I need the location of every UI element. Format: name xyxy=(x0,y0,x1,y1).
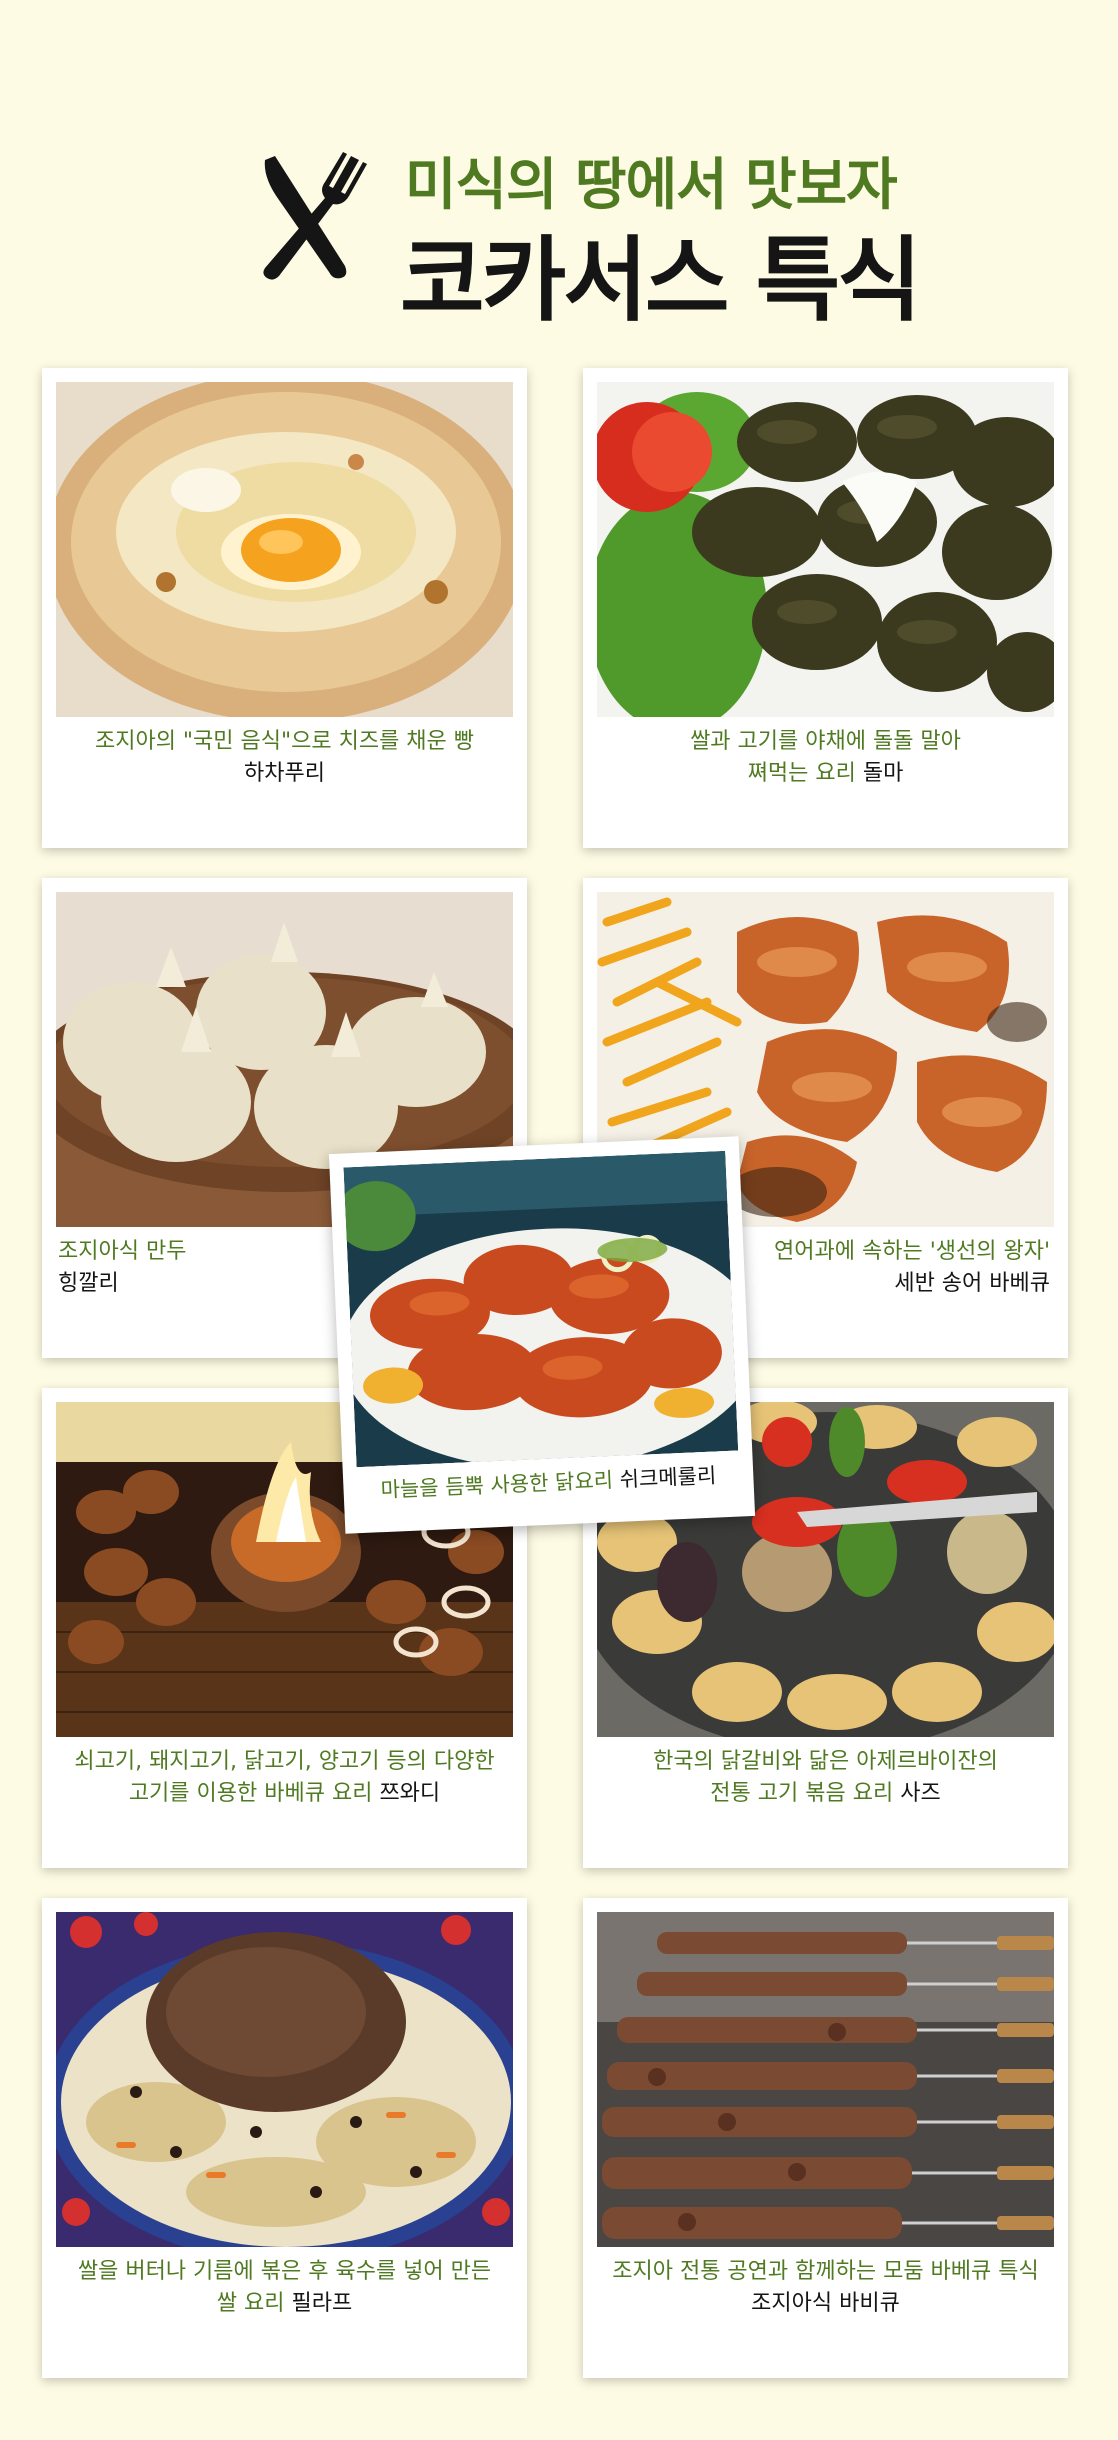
bbq-photo xyxy=(597,1912,1054,2247)
card-khachapuri: 조지아의 "국민 음식"으로 치즈를 채운 빵 하차푸리 xyxy=(42,368,527,848)
card-pilaf: 쌀을 버터나 기름에 볶은 후 육수를 넣어 만든 쌀 요리 필라프 xyxy=(42,1898,527,2378)
khachapuri-photo xyxy=(56,382,513,717)
caption-khachapuri: 조지아의 "국민 음식"으로 치즈를 채운 빵 하차푸리 xyxy=(52,726,517,790)
dish-name: 하차푸리 xyxy=(244,761,325,786)
dish-name: 힝깔리 xyxy=(58,1271,119,1296)
caption-description-2: 전통 고기 볶음 요리 xyxy=(710,1781,901,1806)
caption-description: 쌀을 버터나 기름에 볶은 후 육수를 넣어 만든 xyxy=(77,2259,492,2284)
dish-name: 사즈 xyxy=(900,1781,941,1806)
dish-name: 조지아식 바비큐 xyxy=(751,2291,900,2316)
dish-name: 쯔와디 xyxy=(379,1781,441,1806)
caption-saj: 한국의 닭갈비와 닮은 아제르바이잔의 전통 고기 볶음 요리 사즈 xyxy=(593,1746,1058,1810)
caption-description-2: 고기를 이용한 바베큐 요리 xyxy=(128,1781,380,1806)
caption-description: 쇠고기, 돼지고기, 닭고기, 양고기 등의 다양한 xyxy=(74,1749,495,1774)
caption-description: 조지아 전통 공연과 함께하는 모둠 바베큐 특식 xyxy=(612,2259,1039,2284)
caption-shkmeruli: 마늘을 듬뿍 사용한 닭요리 쉬크메룰리 xyxy=(353,1458,744,1507)
card-shkmeruli: 마늘을 듬뿍 사용한 닭요리 쉬크메룰리 xyxy=(328,1136,756,1534)
dish-name: 돌마 xyxy=(862,761,904,786)
fork-knife-icon xyxy=(263,152,367,280)
caption-pilaf: 쌀을 버터나 기름에 볶은 후 육수를 넣어 만든 쌀 요리 필라프 xyxy=(52,2256,517,2320)
caption-description: 한국의 닭갈비와 닮은 아제르바이잔의 xyxy=(653,1749,998,1774)
caption-description-2: 쌀 요리 xyxy=(216,2291,292,2316)
card-dolma: 쌀과 고기를 야채에 돌돌 말아 쪄먹는 요리 돌마 xyxy=(583,368,1068,848)
header: 미식의 땅에서 맛보자 코카서스 특식 xyxy=(0,140,1118,334)
dish-name: 세반 송어 바베큐 xyxy=(894,1271,1050,1296)
caption-dolma: 쌀과 고기를 야채에 돌돌 말아 쪄먹는 요리 돌마 xyxy=(593,726,1058,790)
pilaf-photo xyxy=(56,1912,513,2247)
caption-description: 마늘을 듬뿍 사용한 닭요리 xyxy=(380,1467,621,1503)
shkmeruli-photo xyxy=(343,1150,739,1468)
caption-mtsvadi: 쇠고기, 돼지고기, 닭고기, 양고기 등의 다양한 고기를 이용한 바베큐 요… xyxy=(52,1746,517,1810)
caption-description-2: 쪄먹는 요리 xyxy=(747,761,863,786)
caption-description: 쌀과 고기를 야채에 돌돌 말아 xyxy=(690,729,961,754)
dolma-photo xyxy=(597,382,1054,717)
card-georgian-bbq: 조지아 전통 공연과 함께하는 모둠 바베큐 특식 조지아식 바비큐 xyxy=(583,1898,1068,2378)
caption-bbq: 조지아 전통 공연과 함께하는 모둠 바베큐 특식 조지아식 바비큐 xyxy=(593,2256,1058,2320)
dish-name: 필라프 xyxy=(291,2291,353,2316)
dish-name: 쉬크메룰리 xyxy=(619,1463,717,1492)
caption-description: 조지아의 "국민 음식"으로 치즈를 채운 빵 xyxy=(94,729,475,754)
page-title: 코카서스 특식 xyxy=(400,227,922,334)
